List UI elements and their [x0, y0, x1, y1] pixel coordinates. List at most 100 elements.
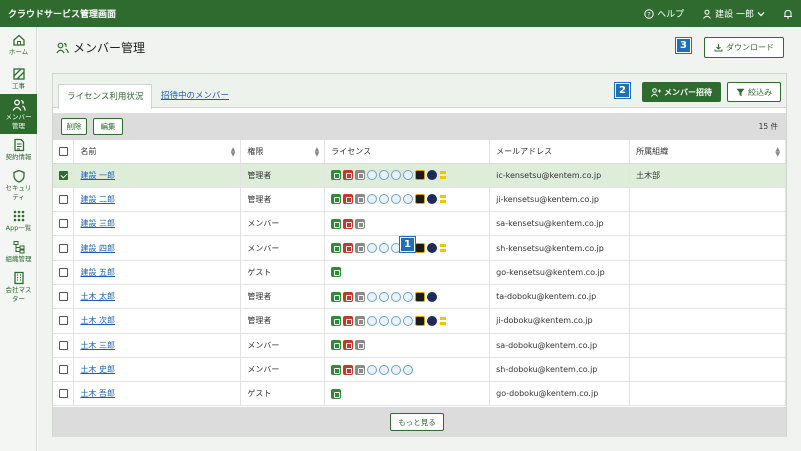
license-green-icon [331, 291, 342, 302]
filter-icon [736, 88, 745, 96]
table-row[interactable]: 土木 太郎 管理者 ta-doboku@kentem.co.jp [53, 284, 786, 310]
edit-button[interactable]: 編集 [93, 118, 123, 135]
table-row[interactable]: 土木 三郎 メンバー sa-doboku@kentem.co.jp [53, 333, 786, 358]
row-checkbox[interactable] [59, 243, 68, 253]
sidebar-item-shield[interactable]: セキュリティ [0, 165, 37, 205]
table-row[interactable]: 建設 五郎 ゲスト go-kensetsu@kentem.co.jp [53, 260, 786, 285]
email-cell: sh-kensetsu@kentem.co.jp [489, 235, 631, 261]
member-name-link[interactable]: 土木 次郎 [80, 316, 115, 325]
member-name-link[interactable]: 土木 吾郎 [80, 389, 115, 398]
member-name-link[interactable]: 建設 五郎 [80, 268, 115, 277]
show-more-button[interactable]: もっと見る [390, 413, 444, 431]
license-cell [324, 381, 491, 407]
table-row[interactable]: 土木 次郎 管理者 ji-doboku@kentem.co.jp [53, 308, 786, 334]
license-cloud-icon [379, 194, 390, 205]
license-green-icon [331, 315, 342, 326]
table-row[interactable]: 土木 史郎 メンバー sh-doboku@kentem.co.jp [53, 357, 786, 383]
license-gray-icon [355, 364, 366, 375]
sort-icon: ▲ ▼ [230, 146, 236, 158]
license-cloud-icon [367, 243, 378, 254]
license-black-gold-icon [415, 194, 426, 205]
license-red-icon [343, 218, 354, 229]
name-cell: 建設 三郎 [73, 211, 242, 237]
row-checkbox[interactable] [59, 292, 68, 302]
member-name-link[interactable]: 土木 太郎 [80, 292, 115, 301]
header-select-all[interactable] [53, 140, 75, 164]
row-checkbox[interactable] [59, 194, 68, 204]
sidebar-item-home[interactable]: ホーム [0, 27, 37, 63]
members-table: 名前 ▲ ▼ 権限 ▲ ▼ ライセンス メールアドレス 所属組織 ▲ ▼ 建設 一郎 管理者 i… [53, 140, 786, 407]
sidebar-item-company[interactable]: 会社マスター [0, 267, 37, 307]
name-cell: 建設 二郎 [73, 187, 242, 213]
member-name-link[interactable]: 建設 四郎 [80, 244, 115, 253]
sidebar-item-contract[interactable]: 契約情報 [0, 134, 37, 165]
role-cell: メンバー [240, 333, 326, 358]
user-name: 建設 一郎 [715, 10, 754, 20]
row-checkbox[interactable] [59, 219, 68, 229]
sidebar-item-construction[interactable]: 工事 [0, 63, 37, 94]
select-all-checkbox[interactable] [59, 146, 68, 156]
role-cell: メンバー [240, 235, 326, 261]
sidebar-item-org[interactable]: 組織管理 [0, 236, 37, 267]
org-cell: 土木部 [629, 163, 786, 188]
select-cell [53, 260, 75, 285]
col-name[interactable]: 名前 ▲ ▼ [73, 140, 242, 164]
license-navy-icon [427, 170, 438, 181]
row-checkbox[interactable] [59, 340, 68, 350]
table-toolbar: 削除 編集 15 件 [53, 113, 786, 140]
name-cell: 建設 一郎 [73, 163, 242, 188]
col-role[interactable]: 権限 ▲ ▼ [240, 140, 326, 164]
license-cell [324, 357, 491, 383]
select-cell [53, 381, 75, 407]
table-row[interactable]: 建設 三郎 メンバー sa-kensetsu@kentem.co.jp [53, 211, 786, 237]
construction-icon [12, 67, 25, 80]
org-cell [629, 187, 786, 213]
license-yellow-icon [439, 194, 447, 204]
sidebar-item-apps-grid[interactable]: App一覧 [0, 205, 37, 236]
email-cell: sa-doboku@kentem.co.jp [489, 333, 631, 358]
license-black-gold-icon [415, 291, 426, 302]
role-cell: 管理者 [240, 163, 326, 188]
home-icon [12, 34, 25, 46]
row-checkbox[interactable] [59, 316, 68, 326]
notification-button[interactable] [783, 9, 793, 19]
row-checkbox[interactable] [59, 267, 68, 277]
row-checkbox[interactable] [59, 170, 68, 180]
tab-license-usage[interactable]: ライセンス利用状況 [58, 84, 153, 109]
license-cloud-icon [403, 315, 414, 326]
member-name-link[interactable]: 土木 三郎 [80, 341, 115, 350]
license-cloud-icon [391, 170, 402, 181]
row-checkbox[interactable] [59, 365, 68, 375]
member-name-link[interactable]: 建設 三郎 [80, 219, 115, 228]
row-checkbox[interactable] [59, 389, 68, 399]
select-cell [53, 357, 75, 383]
name-cell: 土木 吾郎 [73, 381, 242, 407]
select-cell [53, 333, 75, 358]
sidebar-item-members[interactable]: メンバー管理 [0, 94, 37, 134]
org-cell [629, 333, 786, 358]
member-name-link[interactable]: 土木 史郎 [80, 365, 115, 374]
add-user-icon [651, 87, 661, 97]
license-green-icon [331, 218, 342, 229]
table-row[interactable]: 建設 二郎 管理者 ji-kensetsu@kentem.co.jp [53, 187, 786, 213]
invite-member-button[interactable]: メンバー招待 [642, 82, 721, 102]
license-cloud-icon [379, 243, 390, 254]
help-label: ヘルプ [657, 10, 685, 20]
user-menu[interactable]: 建設 一郎 [702, 7, 765, 20]
member-name-link[interactable]: 建設 二郎 [80, 195, 115, 204]
name-cell: 土木 三郎 [73, 333, 242, 358]
license-green-icon [331, 267, 342, 278]
member-name-link[interactable]: 建設 一郎 [80, 171, 115, 180]
org-cell [629, 235, 786, 261]
table-row[interactable]: 建設 一郎 管理者 ic-kensetsu@kentem.co.jp 土木部 [53, 163, 786, 188]
col-org[interactable]: 所属組織 ▲ ▼ [629, 140, 786, 164]
delete-button[interactable]: 削除 [61, 118, 87, 135]
table-row[interactable]: 土木 吾郎 ゲスト go-doboku@kentem.co.jp [53, 381, 786, 407]
filter-button[interactable]: 絞込み [727, 82, 781, 102]
main-area: メンバー管理 ダウンロード 3 ライセンス利用状況 招待中のメンバー メンバー招… [38, 27, 801, 451]
download-button[interactable]: ダウンロード [704, 37, 784, 58]
callout-2: 2 [615, 83, 630, 98]
tab-invited-members[interactable]: 招待中のメンバー [153, 84, 237, 108]
help-link[interactable]: ? ヘルプ [644, 7, 684, 20]
table-row[interactable]: 建設 四郎 メンバー sh-kensetsu@kentem.co.jp [53, 235, 786, 261]
